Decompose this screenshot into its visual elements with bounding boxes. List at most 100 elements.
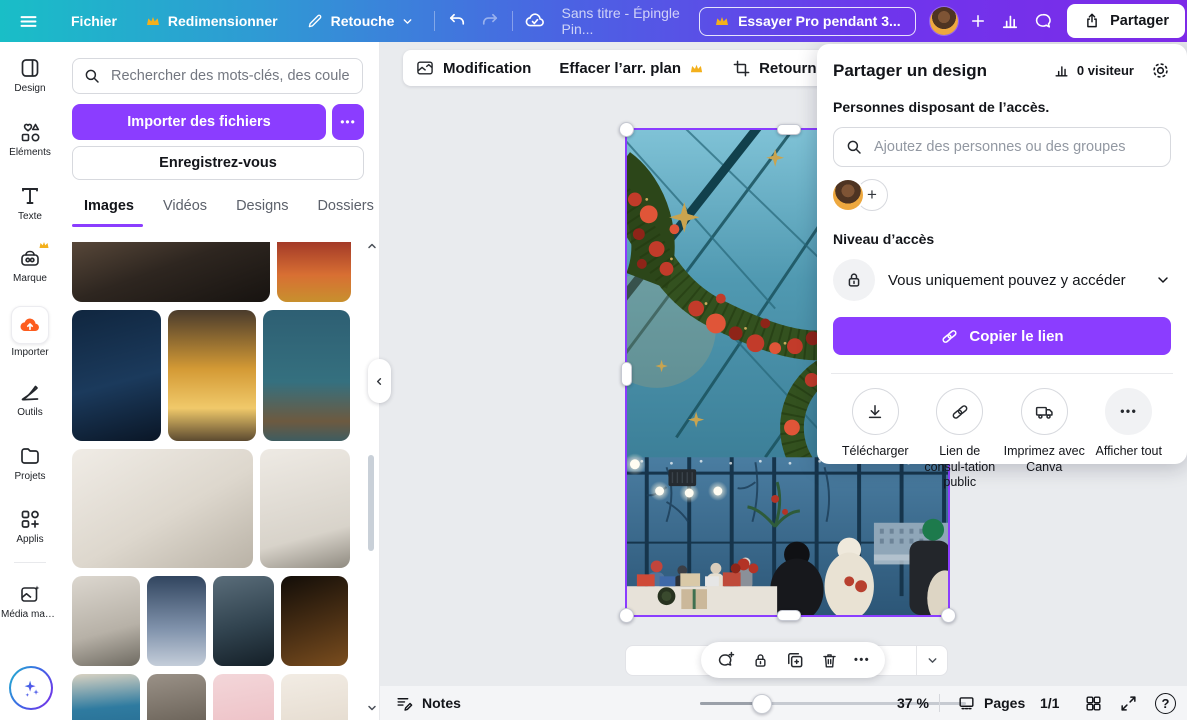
upload-thumbnail[interactable] (168, 310, 256, 441)
chevron-down-icon (401, 15, 414, 28)
add-comment-icon[interactable] (716, 650, 736, 670)
more-actions-button[interactable]: ••• (854, 654, 870, 666)
add-member-button[interactable] (965, 5, 991, 37)
crop-button[interactable] (732, 59, 751, 78)
gear-icon[interactable] (1150, 60, 1171, 81)
delivery-truck-icon (1034, 401, 1055, 422)
visitors-button[interactable]: 0 visiteur (1053, 62, 1134, 79)
upload-thumbnail[interactable] (72, 449, 253, 568)
fullscreen-button[interactable] (1119, 686, 1138, 720)
sidebar-item-projects[interactable]: Projets (0, 444, 60, 482)
cloud-save-status[interactable] (522, 5, 548, 37)
show-all-action[interactable]: ••• Afficher tout (1087, 388, 1172, 491)
scroll-up-arrow[interactable] (366, 240, 378, 252)
pages-button[interactable]: Pages (957, 686, 1025, 720)
scroll-down-arrow[interactable] (366, 702, 378, 714)
sidebar-item-upload[interactable]: Importer (0, 306, 60, 358)
upload-thumbnail[interactable] (72, 242, 270, 302)
lock-icon[interactable] (751, 651, 770, 670)
upload-thumbnail[interactable] (147, 576, 206, 666)
sidebar-item-text[interactable]: Texte (0, 184, 60, 222)
panel-scrollbar[interactable] (368, 455, 374, 551)
upload-thumbnail[interactable] (277, 242, 351, 302)
remove-background-button[interactable]: Effacer l’arr. plan (559, 60, 704, 77)
add-people-search[interactable] (833, 127, 1171, 167)
upload-thumbnail-selected-source[interactable] (263, 310, 350, 441)
redo-button[interactable] (477, 5, 503, 37)
share-button[interactable]: Partager (1067, 4, 1185, 38)
upload-thumbnail[interactable] (147, 674, 206, 720)
panel-collapse-handle[interactable] (368, 359, 391, 403)
upload-thumbnail[interactable] (72, 576, 140, 666)
sidebar-item-magic-media[interactable]: Média magi... (0, 582, 60, 620)
panel-search[interactable] (72, 58, 363, 94)
public-view-link-action[interactable]: Lien de consul-tation public (918, 388, 1003, 491)
access-level-value: Vous uniquement pouvez y accéder (888, 272, 1142, 289)
add-people-input[interactable] (872, 138, 1159, 156)
register-button[interactable]: Enregistrez-vous (72, 146, 364, 180)
search-input[interactable] (109, 67, 352, 85)
upload-thumbnail[interactable] (72, 310, 161, 441)
upload-thumbnail[interactable] (213, 674, 274, 720)
upload-thumbnail[interactable] (281, 576, 348, 666)
access-level-dropdown[interactable]: Vous uniquement pouvez y accéder (833, 259, 1171, 301)
sidebar-item-apps[interactable]: Applis (0, 507, 60, 545)
ellipsis-icon: ••• (1120, 404, 1137, 419)
magic-media-icon (18, 582, 42, 606)
menu-icon (18, 11, 39, 32)
duplicate-icon[interactable] (785, 650, 805, 670)
upload-thumbnail[interactable] (281, 674, 348, 720)
upload-thumbnail[interactable] (260, 449, 350, 568)
page-collapse-button[interactable] (916, 646, 947, 675)
status-bar: Notes 37 % Pages 1/1 ? (379, 686, 1187, 720)
user-avatar[interactable] (930, 7, 958, 35)
tab-images[interactable]: Images (84, 198, 134, 224)
lock-badge (833, 259, 875, 301)
resize-handle-top-left[interactable] (619, 122, 634, 137)
image-toolbar: Modification Effacer l’arr. plan Retourn… (403, 50, 865, 86)
sidebar-item-tools[interactable]: Outils (0, 380, 60, 418)
help-button[interactable]: ? (1155, 686, 1176, 720)
resize-menu[interactable]: Redimensionner (131, 0, 292, 42)
resize-handle-bottom[interactable] (777, 610, 801, 621)
resize-handle-left[interactable] (621, 362, 632, 386)
sparkle-icon (20, 677, 42, 699)
crown-icon (38, 240, 50, 250)
tab-designs[interactable]: Designs (236, 198, 288, 224)
try-pro-button[interactable]: Essayer Pro pendant 3... (699, 7, 916, 36)
tab-folders[interactable]: Dossiers (317, 198, 373, 224)
upload-files-button[interactable]: Importer des fichiers (72, 104, 326, 140)
undo-button[interactable] (444, 5, 470, 37)
file-menu[interactable]: Fichier (57, 0, 131, 42)
upload-thumbnail[interactable] (213, 576, 274, 666)
panel-tabs: Images Vidéos Designs Dossiers (84, 198, 374, 224)
document-title[interactable]: Sans titre - Épingle Pin... (552, 5, 700, 37)
edit-photo-menu[interactable]: Retouche (292, 0, 429, 42)
print-with-canva-action[interactable]: Imprimez avec Canva (1002, 388, 1087, 491)
upload-cloud-icon (18, 313, 42, 337)
resize-handle-bottom-left[interactable] (619, 608, 634, 623)
bar-chart-icon (1053, 62, 1070, 79)
upload-thumbnail[interactable] (72, 674, 140, 720)
download-action[interactable]: Télécharger (833, 388, 918, 491)
sidebar-item-brand[interactable]: Marque (0, 246, 60, 284)
resize-handle-top[interactable] (777, 124, 801, 135)
insights-button[interactable] (997, 5, 1023, 37)
sidebar-item-design[interactable]: Design (0, 56, 60, 94)
comments-button[interactable] (1030, 5, 1056, 37)
chevron-left-icon (374, 376, 385, 387)
zoom-slider-handle[interactable] (752, 694, 772, 714)
resize-handle-bottom-right[interactable] (941, 608, 956, 623)
delete-icon[interactable] (820, 651, 839, 670)
hamburger-menu[interactable] (0, 0, 57, 42)
tab-videos[interactable]: Vidéos (163, 198, 207, 224)
grid-view-button[interactable] (1084, 686, 1103, 720)
upload-more-button[interactable]: ••• (332, 104, 364, 140)
edit-image-button[interactable]: Modification (415, 58, 531, 78)
copy-link-button[interactable]: Copier le lien (833, 317, 1171, 355)
owner-avatar[interactable] (833, 180, 863, 210)
canva-assistant-button[interactable] (9, 666, 53, 710)
notes-button[interactable]: Notes (395, 686, 461, 720)
sidebar-item-elements[interactable]: Éléments (0, 120, 60, 158)
text-icon (18, 184, 42, 208)
